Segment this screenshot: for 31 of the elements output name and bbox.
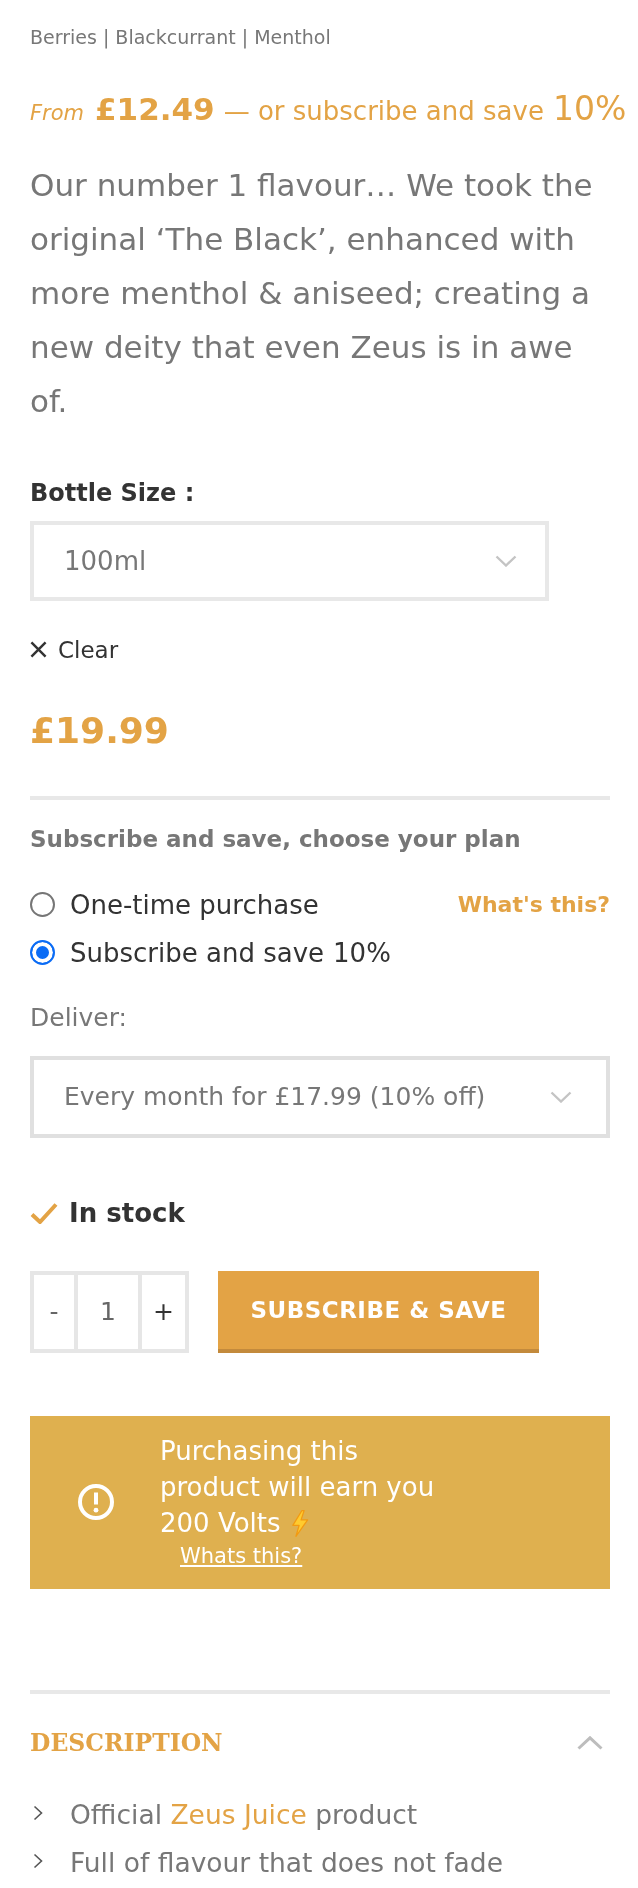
field-label: Bottle Size :	[30, 477, 196, 509]
plan-option-label[interactable]: One-time purchase	[70, 889, 319, 920]
plan-heading: Subscribe and save, choose your plan	[30, 824, 522, 854]
close-icon	[30, 641, 47, 659]
chevron-right-icon	[33, 1852, 43, 1869]
chevron-right-icon	[33, 1804, 43, 1821]
product-description: Our number 1 flavour… We took the original ‘The Black’, enhanced with more menthol & aniseed; creating a new deity that even Zeus is in awe of.	[30, 165, 594, 421]
flavour-tags: Berries | Blackcurrant | Menthol	[30, 24, 331, 50]
lightning-bolt-icon	[290, 1509, 309, 1537]
feature-text: Full of flavour that does not fade	[70, 1847, 503, 1879]
points-message: Purchasing this product will earn you	[160, 1435, 436, 1505]
subscribe-offer-text: — or subscribe and save	[223, 96, 544, 128]
plan-option-label[interactable]: Subscribe and save	[70, 937, 325, 968]
stock-status: In stock	[69, 1197, 185, 1228]
price-prefix: From	[30, 101, 85, 127]
discount-percent: 10%	[333, 937, 391, 968]
starting-price: £12.49	[95, 91, 215, 129]
chevron-down-icon	[495, 554, 517, 567]
radio-button[interactable]	[30, 940, 55, 966]
feature-text: Official Zeus Juice product	[70, 1799, 418, 1831]
discount-percent: 10%	[552, 89, 627, 129]
size-select[interactable]: 100ml	[30, 520, 549, 601]
clear-link[interactable]: Clear	[30, 634, 119, 665]
points-amount: 200 Volts	[160, 1507, 281, 1541]
deliver-label: Deliver:	[30, 1001, 128, 1034]
variant-price: £19.99	[30, 708, 169, 753]
radio-button[interactable]	[30, 892, 55, 918]
delivery-plan-select[interactable]: Every month for £17.99 (10% off)	[30, 1055, 610, 1138]
exclamation-circle-icon	[78, 1484, 114, 1521]
checkmark-icon	[30, 1201, 58, 1224]
chevron-down-icon	[550, 1090, 572, 1103]
